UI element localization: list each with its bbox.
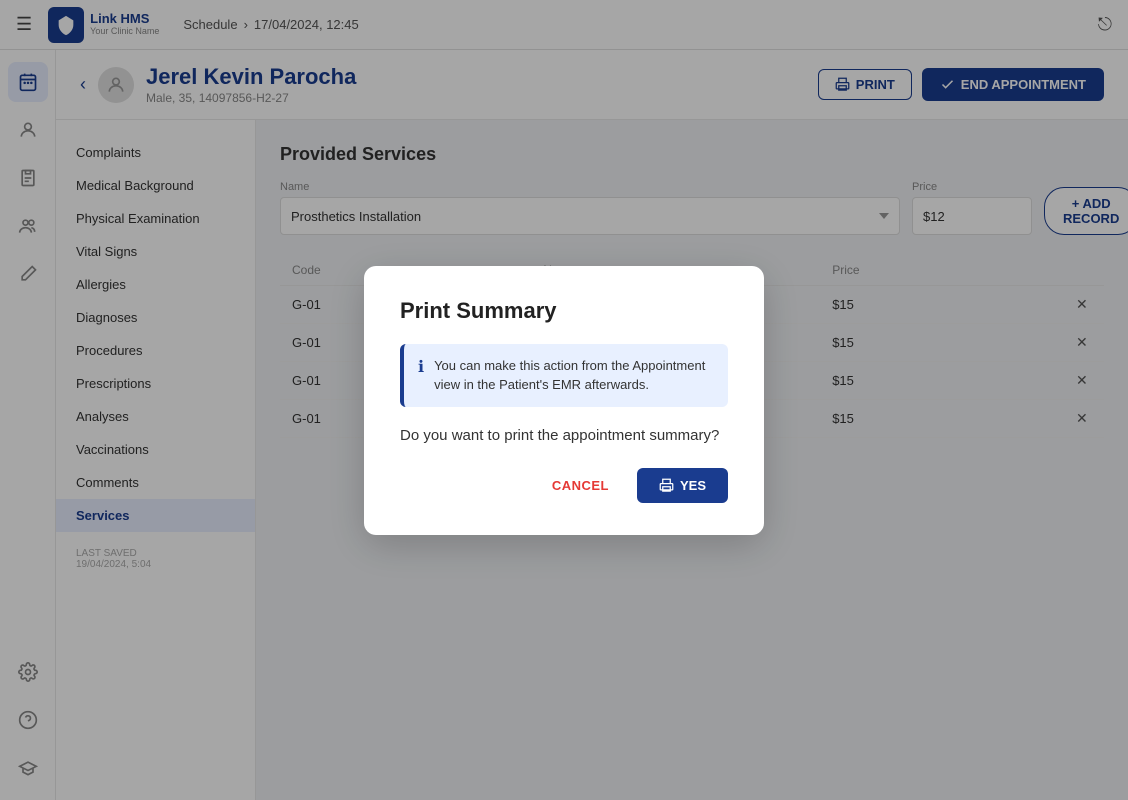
- dialog-overlay: Print Summary ℹ You can make this action…: [0, 0, 1128, 800]
- dialog-question: Do you want to print the appointment sum…: [400, 427, 728, 444]
- dialog-info-box: ℹ You can make this action from the Appo…: [400, 344, 728, 407]
- info-icon: ℹ: [418, 357, 424, 377]
- dialog-actions: CANCEL YES: [400, 468, 728, 503]
- dialog-info-text: You can make this action from the Appoin…: [434, 356, 714, 395]
- yes-button[interactable]: YES: [637, 468, 728, 503]
- yes-label: YES: [680, 478, 706, 493]
- dialog-title: Print Summary: [400, 298, 728, 324]
- cancel-button[interactable]: CANCEL: [536, 468, 625, 503]
- printer-icon: [659, 478, 674, 493]
- print-summary-dialog: Print Summary ℹ You can make this action…: [364, 266, 764, 535]
